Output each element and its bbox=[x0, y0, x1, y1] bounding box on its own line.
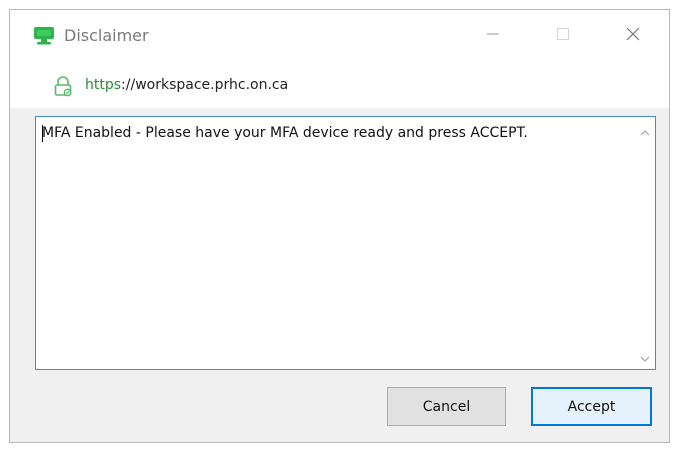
disclaimer-dialog: Disclaimer https://workspace.prhc.on.ca … bbox=[9, 9, 670, 443]
monitor-icon bbox=[33, 26, 55, 46]
minimize-icon bbox=[486, 26, 500, 45]
chevron-up-icon bbox=[640, 121, 650, 140]
cancel-button[interactable]: Cancel bbox=[387, 387, 506, 426]
vertical-scrollbar[interactable] bbox=[635, 117, 655, 369]
scroll-down-button[interactable] bbox=[635, 343, 655, 369]
lock-icon bbox=[52, 75, 74, 97]
url-text: https://workspace.prhc.on.ca bbox=[85, 75, 288, 95]
title-bar[interactable]: Disclaimer bbox=[10, 10, 669, 60]
close-icon bbox=[626, 26, 640, 45]
chevron-down-icon bbox=[640, 347, 650, 366]
maximize-icon bbox=[556, 26, 570, 45]
scroll-up-button[interactable] bbox=[635, 117, 655, 143]
accept-button[interactable]: Accept bbox=[531, 387, 652, 426]
message-text: MFA Enabled - Please have your MFA devic… bbox=[42, 125, 528, 141]
window-title: Disclaimer bbox=[64, 26, 149, 45]
url-scheme: https bbox=[85, 77, 122, 93]
url-bar: https://workspace.prhc.on.ca bbox=[10, 60, 669, 108]
url-host: ://workspace.prhc.on.ca bbox=[121, 77, 289, 93]
minimize-button[interactable] bbox=[470, 10, 516, 60]
message-textarea[interactable]: MFA Enabled - Please have your MFA devic… bbox=[35, 116, 656, 370]
close-button[interactable] bbox=[610, 10, 656, 60]
maximize-button[interactable] bbox=[540, 10, 586, 60]
